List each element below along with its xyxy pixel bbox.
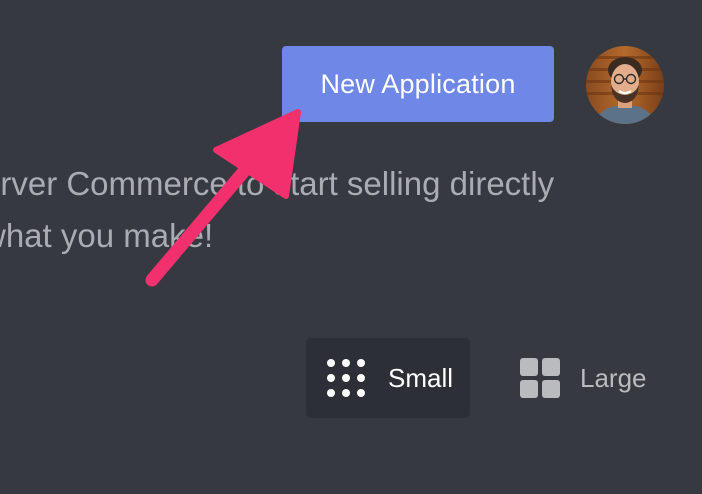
description-line-2: what you make! bbox=[0, 217, 214, 254]
small-view-option[interactable]: Small bbox=[306, 338, 470, 418]
avatar-image bbox=[586, 46, 664, 124]
dots-grid-icon bbox=[327, 359, 365, 397]
large-view-option[interactable]: Large bbox=[520, 338, 647, 418]
description-line-1: erver Commerce to start selling directly bbox=[0, 165, 555, 202]
developer-portal-view: New Application erver Commerce to start … bbox=[0, 0, 702, 494]
new-application-button[interactable]: New Application bbox=[282, 46, 554, 122]
user-avatar[interactable] bbox=[586, 46, 664, 124]
description-text: erver Commerce to start selling directly… bbox=[0, 158, 682, 262]
squares-grid-icon bbox=[520, 358, 560, 398]
large-view-label: Large bbox=[580, 362, 647, 393]
view-size-toggle: Small Large bbox=[306, 338, 647, 418]
small-view-label: Small bbox=[388, 362, 454, 393]
